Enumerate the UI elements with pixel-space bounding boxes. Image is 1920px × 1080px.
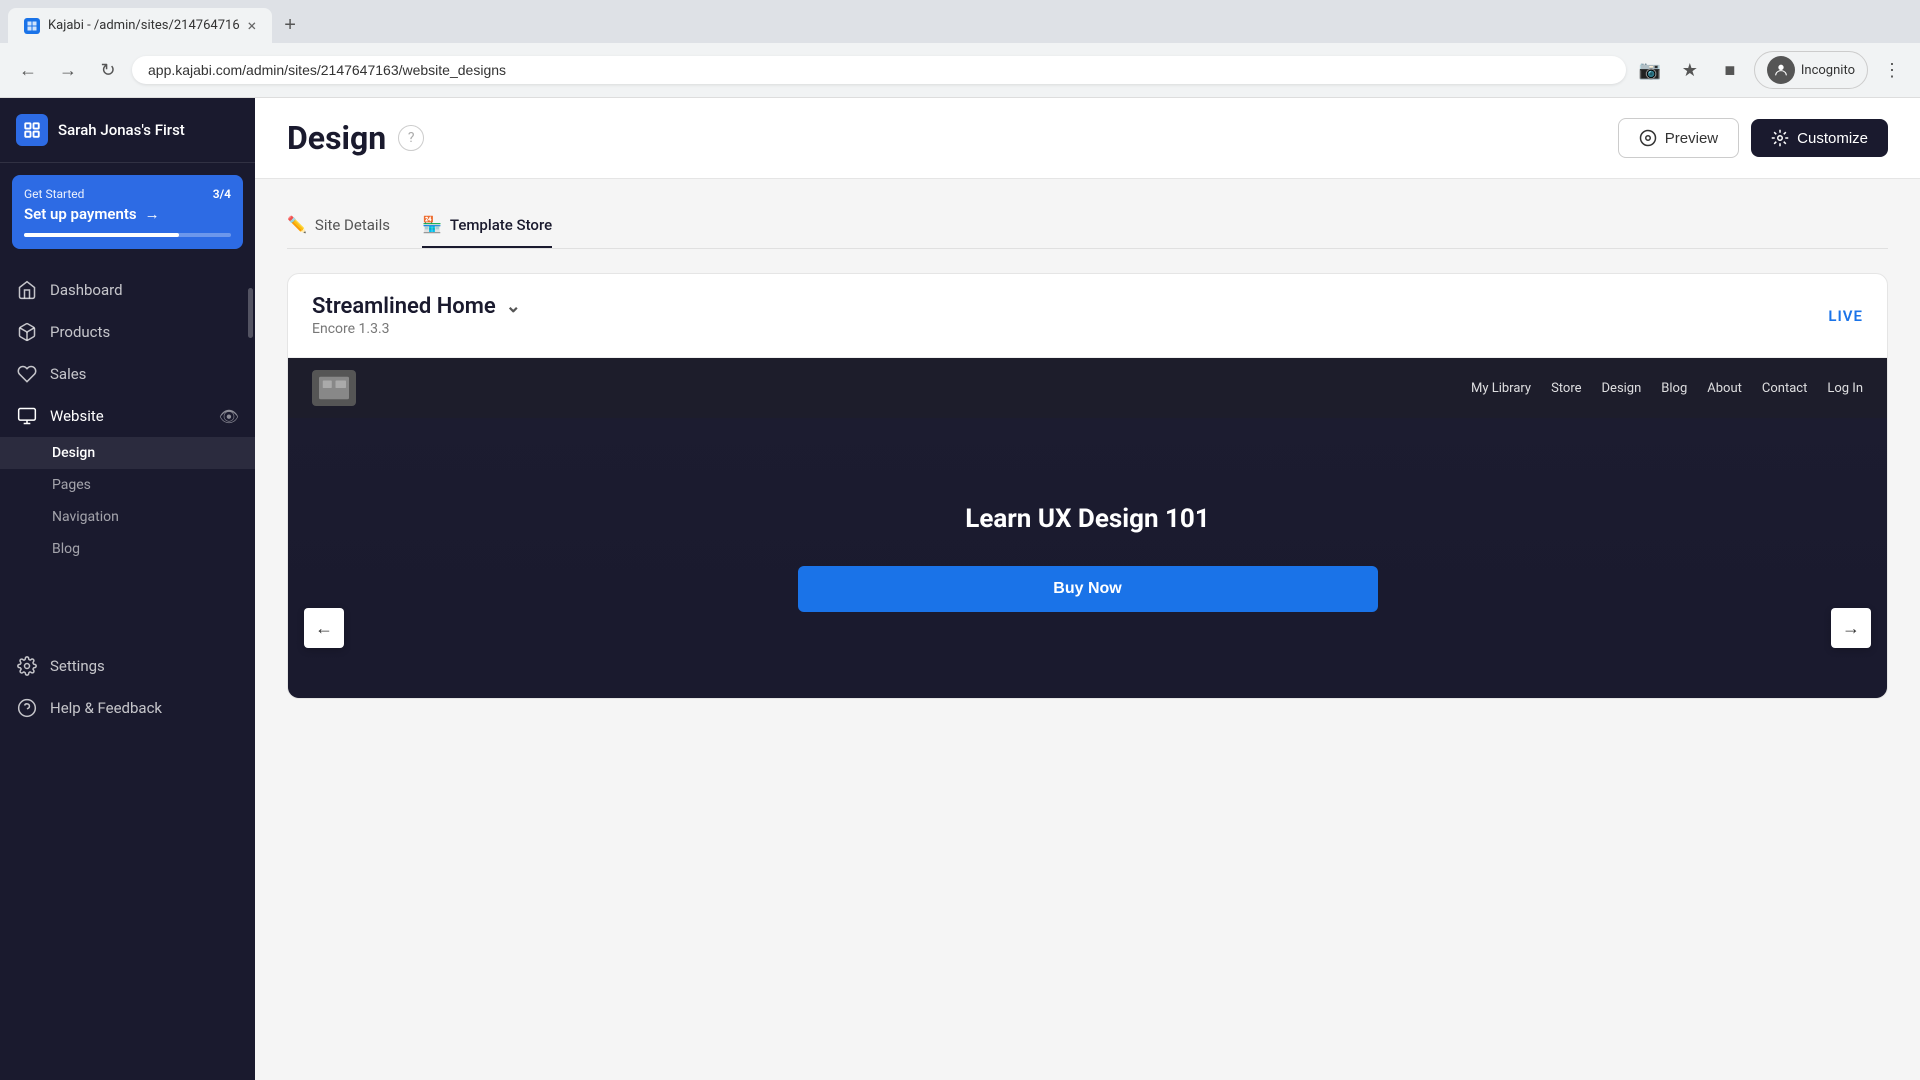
- bookmark-icon[interactable]: ★: [1674, 54, 1706, 86]
- sidebar-item-website[interactable]: Website 👁: [0, 395, 255, 437]
- more-options-icon[interactable]: ⋮: [1876, 54, 1908, 86]
- sidebar-nav: Dashboard Products Sales Website 👁: [0, 261, 255, 1080]
- active-tab[interactable]: Kajabi - /admin/sites/214764716 ×: [8, 8, 272, 43]
- gear-icon: [16, 655, 38, 677]
- website-preview: My Library Store Design Blog About Conta…: [288, 358, 1887, 698]
- forward-button[interactable]: →: [52, 54, 84, 86]
- nav-link-blog[interactable]: Blog: [1661, 381, 1687, 396]
- preview-arrow-left[interactable]: ←: [304, 608, 344, 648]
- browser-chrome: Kajabi - /admin/sites/214764716 × + ← → …: [0, 0, 1920, 98]
- preview-hero: Learn UX Design 101 Buy Now: [288, 418, 1887, 698]
- home-icon: [16, 279, 38, 301]
- sidebar-item-settings-label: Settings: [50, 657, 105, 675]
- onboarding-count: 3/4: [213, 187, 231, 201]
- nav-link-design[interactable]: Design: [1602, 381, 1642, 396]
- sidebar-item-dashboard[interactable]: Dashboard: [0, 269, 255, 311]
- design-version: Encore 1.3.3: [312, 321, 521, 337]
- preview-arrow-right[interactable]: →: [1831, 608, 1871, 648]
- onboarding-label: Get Started: [24, 187, 84, 201]
- address-bar[interactable]: [132, 56, 1626, 84]
- nav-link-contact[interactable]: Contact: [1762, 381, 1807, 396]
- nav-link-about[interactable]: About: [1707, 381, 1742, 396]
- customize-button[interactable]: Customize: [1751, 119, 1888, 157]
- nav-link-my-library[interactable]: My Library: [1471, 381, 1531, 396]
- design-info: Streamlined Home ⌄ Encore 1.3.3: [312, 294, 521, 337]
- header-left: Design ?: [287, 119, 424, 157]
- sidebar-item-help[interactable]: Help & Feedback: [0, 687, 255, 729]
- incognito-avatar: [1767, 56, 1795, 84]
- design-name: Streamlined Home ⌄: [312, 294, 521, 319]
- tab-favicon: [24, 18, 40, 34]
- store-icon: 🏪: [422, 215, 442, 234]
- sidebar-item-help-label: Help & Feedback: [50, 699, 162, 717]
- design-card: Streamlined Home ⌄ Encore 1.3.3 LIVE: [287, 273, 1888, 699]
- sidebar-sub-item-pages[interactable]: Pages: [0, 469, 255, 501]
- tab-title: Kajabi - /admin/sites/214764716: [48, 18, 240, 33]
- incognito-label: Incognito: [1801, 63, 1855, 78]
- sidebar: Sarah Jonas's First Get Started 3/4 Set …: [0, 98, 255, 1080]
- eye-icon: 👁: [219, 407, 239, 426]
- sidebar-item-website-label: Website: [50, 407, 104, 425]
- sidebar-item-settings[interactable]: Settings: [0, 645, 255, 687]
- onboarding-banner[interactable]: Get Started 3/4 Set up payments →: [12, 175, 243, 249]
- page-title: Design: [287, 119, 386, 157]
- main-body: ✏️ Site Details 🏪 Template Store Streaml…: [255, 179, 1920, 723]
- monitor-icon: [16, 405, 38, 427]
- extensions-icon[interactable]: ■: [1714, 54, 1746, 86]
- help-icon: [16, 697, 38, 719]
- sidebar-item-products-label: Products: [50, 323, 110, 341]
- customize-icon: [1771, 129, 1789, 147]
- tabs: ✏️ Site Details 🏪 Template Store: [287, 203, 1888, 249]
- tab-site-details[interactable]: ✏️ Site Details: [287, 203, 390, 248]
- chevron-down-icon[interactable]: ⌄: [506, 296, 521, 317]
- reload-button[interactable]: ↻: [92, 54, 124, 86]
- sidebar-logo[interactable]: [16, 114, 48, 146]
- sidebar-item-products[interactable]: Products: [0, 311, 255, 353]
- sidebar-item-dashboard-label: Dashboard: [50, 281, 123, 299]
- camera-icon[interactable]: 📷: [1634, 54, 1666, 86]
- nav-link-store[interactable]: Store: [1551, 381, 1581, 396]
- sidebar-sub-item-design[interactable]: Design: [0, 437, 255, 469]
- preview-nav-links: My Library Store Design Blog About Conta…: [1471, 381, 1863, 396]
- tab-close-button[interactable]: ×: [248, 16, 257, 35]
- onboarding-cta-text: Set up payments →: [24, 205, 231, 223]
- sidebar-scrollbar: [248, 288, 253, 338]
- box-icon: [16, 321, 38, 343]
- onboarding-progress-fill: [24, 233, 179, 237]
- live-badge: LIVE: [1828, 307, 1863, 325]
- onboarding-progress-bar: [24, 233, 231, 237]
- preview-hero-title: Learn UX Design 101: [965, 504, 1210, 534]
- sidebar-item-sales[interactable]: Sales: [0, 353, 255, 395]
- sidebar-header: Sarah Jonas's First: [0, 98, 255, 163]
- new-tab-button[interactable]: +: [276, 10, 304, 41]
- browser-tabs: Kajabi - /admin/sites/214764716 × +: [0, 0, 1920, 43]
- browser-controls: ← → ↻ 📷 ★ ■ Incognito ⋮: [0, 43, 1920, 97]
- preview-icon: [1639, 129, 1657, 147]
- incognito-badge: Incognito: [1754, 51, 1868, 89]
- pencil-icon: ✏️: [287, 215, 307, 234]
- tab-template-store[interactable]: 🏪 Template Store: [422, 203, 552, 248]
- help-tooltip-icon[interactable]: ?: [398, 125, 424, 151]
- hero-background: [288, 418, 1887, 698]
- sidebar-item-sales-label: Sales: [50, 365, 86, 383]
- sidebar-sub-item-navigation[interactable]: Navigation: [0, 501, 255, 533]
- main-content: Design ? Preview Customize ✏️ Site Det: [255, 98, 1920, 1080]
- sidebar-site-title: Sarah Jonas's First: [58, 121, 185, 139]
- preview-logo: [312, 370, 356, 406]
- preview-buy-button[interactable]: Buy Now: [798, 566, 1378, 612]
- header-right: Preview Customize: [1618, 118, 1888, 158]
- sidebar-sub-item-blog[interactable]: Blog: [0, 533, 255, 565]
- heart-icon: [16, 363, 38, 385]
- app-layout: Sarah Jonas's First Get Started 3/4 Set …: [0, 98, 1920, 1080]
- design-card-header: Streamlined Home ⌄ Encore 1.3.3 LIVE: [288, 274, 1887, 358]
- back-button[interactable]: ←: [12, 54, 44, 86]
- preview-button[interactable]: Preview: [1618, 118, 1739, 158]
- browser-controls-right: 📷 ★ ■ Incognito ⋮: [1634, 51, 1908, 89]
- main-header: Design ? Preview Customize: [255, 98, 1920, 179]
- preview-nav: My Library Store Design Blog About Conta…: [288, 358, 1887, 418]
- nav-link-log-in[interactable]: Log In: [1827, 381, 1863, 396]
